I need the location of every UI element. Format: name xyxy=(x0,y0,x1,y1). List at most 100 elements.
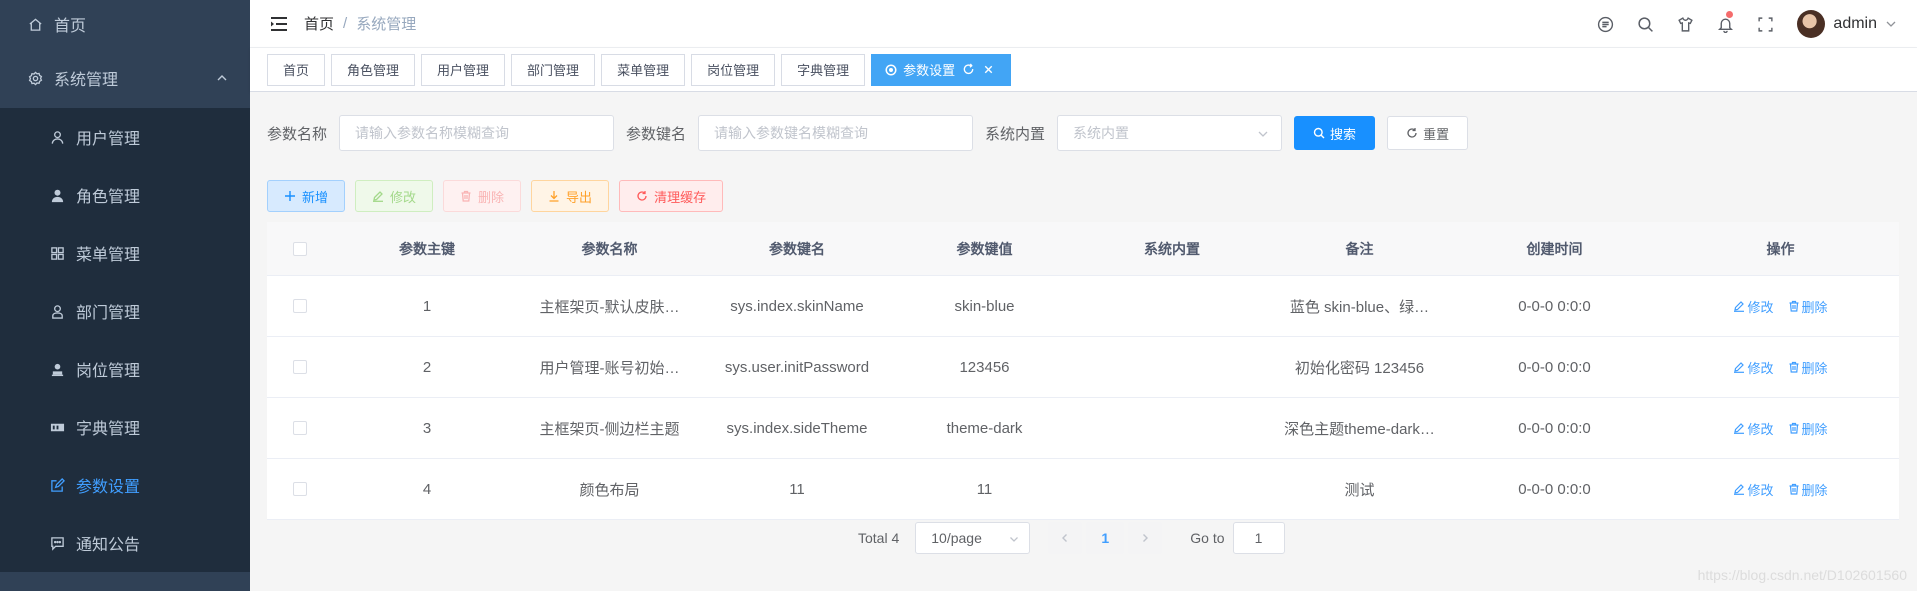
role-icon xyxy=(48,186,66,204)
refresh-icon[interactable] xyxy=(962,63,975,76)
row-checkbox[interactable] xyxy=(292,360,307,374)
chevron-left-icon xyxy=(1062,534,1068,542)
username[interactable]: admin xyxy=(1833,15,1877,33)
cell-config-value: 123456 xyxy=(959,358,1010,376)
next-page-button[interactable] xyxy=(1128,522,1163,554)
tag-role[interactable]: 角色管理 xyxy=(331,53,416,86)
tag-user[interactable]: 用户管理 xyxy=(421,53,506,86)
tag-label: 菜单管理 xyxy=(617,63,670,78)
row-delete-label: 删除 xyxy=(1801,421,1828,437)
tag-label: 首页 xyxy=(283,63,310,78)
row-delete-link[interactable]: 删除 xyxy=(1788,297,1828,316)
tag-dept[interactable]: 部门管理 xyxy=(511,53,596,86)
label-config-name: 参数名称 xyxy=(267,125,328,143)
clear-cache-button[interactable]: 清理缓存 xyxy=(619,180,724,212)
row-delete-link[interactable]: 删除 xyxy=(1788,358,1828,377)
doc-button[interactable] xyxy=(1585,0,1625,48)
chevron-down-icon xyxy=(1258,131,1268,137)
dict-icon xyxy=(48,418,66,436)
add-button-label: 新增 xyxy=(302,189,329,205)
sidebar-item-label: 参数设置 xyxy=(76,479,141,496)
cell-create-time: 0-0-0 0:0:0 xyxy=(1518,419,1591,437)
tag-config[interactable]: 参数设置 xyxy=(871,53,1012,86)
sidebar-item-dict[interactable]: 字典管理 xyxy=(0,398,250,456)
cell-remark: 深色主题theme-dark… xyxy=(1284,420,1435,438)
tag-dict[interactable]: 字典管理 xyxy=(781,53,866,86)
tag-post[interactable]: 岗位管理 xyxy=(691,53,776,86)
chevron-down-icon xyxy=(1010,537,1019,542)
row-select-cell xyxy=(267,299,332,313)
goto-page-input[interactable]: 1 xyxy=(1232,522,1285,554)
cell-remark: 初始化密码 123456 xyxy=(1294,359,1425,377)
config-name-input[interactable]: 请输入参数名称模糊查询 xyxy=(339,115,615,151)
sidebar-item-menu[interactable]: 菜单管理 xyxy=(0,224,250,282)
row-edit-link[interactable]: 修改 xyxy=(1733,419,1774,438)
breadcrumb-home[interactable]: 首页 xyxy=(304,13,334,34)
close-icon[interactable] xyxy=(982,63,995,76)
pagination: Total 4 10/page 1 Go to 1 xyxy=(858,522,1285,554)
theme-button[interactable] xyxy=(1665,0,1705,48)
chevron-up-icon xyxy=(217,75,227,81)
select-all-checkbox[interactable] xyxy=(292,241,307,256)
hamburger-icon[interactable] xyxy=(270,15,288,33)
header-remark: 备注 xyxy=(1345,240,1374,257)
sidebar-item-notice[interactable]: 通知公告 xyxy=(0,514,250,572)
edit-button[interactable]: 修改 xyxy=(355,180,434,212)
row-checkbox[interactable] xyxy=(292,299,307,313)
sidebar-item-user[interactable]: 用户管理 xyxy=(0,108,250,166)
cell-create-time: 0-0-0 0:0:0 xyxy=(1518,297,1591,315)
config-type-select[interactable]: 系统内置 xyxy=(1057,115,1283,151)
sidebar-item-config[interactable]: 参数设置 xyxy=(0,456,250,514)
home-icon xyxy=(26,15,44,33)
row-edit-link[interactable]: 修改 xyxy=(1733,297,1774,316)
sidebar-item-home[interactable]: 首页 xyxy=(0,0,250,48)
row-delete-link[interactable]: 删除 xyxy=(1788,480,1828,499)
delete-button[interactable]: 删除 xyxy=(443,180,522,212)
cell-actions: 修改 删除 xyxy=(1662,419,1899,438)
page-number-current[interactable]: 1 xyxy=(1086,522,1125,554)
tag-home[interactable]: 首页 xyxy=(267,53,326,86)
tag-label: 角色管理 xyxy=(347,63,400,78)
row-checkbox[interactable] xyxy=(292,482,307,496)
config-key-input[interactable]: 请输入参数键名模糊查询 xyxy=(698,115,974,151)
search-button[interactable] xyxy=(1625,0,1665,48)
add-button[interactable]: 新增 xyxy=(267,180,346,212)
edit-icon xyxy=(373,191,384,202)
export-button[interactable]: 导出 xyxy=(531,180,610,212)
select-all-cell xyxy=(267,241,332,256)
cell-remark: 测试 xyxy=(1344,481,1375,499)
cell-actions: 修改 删除 xyxy=(1662,297,1899,316)
header-config-value: 参数键值 xyxy=(956,240,1013,257)
cell-config-key: sys.user.initPassword xyxy=(724,358,870,376)
toolbar: 新增 修改 删除 导出 清理缓存 xyxy=(267,180,733,212)
fullscreen-button[interactable] xyxy=(1745,0,1785,48)
app-main: 参数名称 请输入参数名称模糊查询 参数键名 请输入参数键名模糊查询 系统内置 系… xyxy=(250,92,1917,591)
search-button[interactable]: 搜索 xyxy=(1294,116,1376,150)
tshirt-icon xyxy=(1678,16,1693,32)
notification-button[interactable] xyxy=(1705,0,1745,48)
sidebar-group-system[interactable]: 系统管理 xyxy=(0,48,250,108)
select-placeholder: 系统内置 xyxy=(1073,125,1130,141)
settings-icon xyxy=(26,69,44,87)
cell-actions: 修改 删除 xyxy=(1662,358,1899,377)
header-config-id: 参数主键 xyxy=(399,240,455,257)
chevron-down-icon[interactable] xyxy=(1885,18,1897,30)
prev-page-button[interactable] xyxy=(1048,522,1083,554)
sidebar: 首页 系统管理 用户管理 角色管理 菜单管理 部门管理 岗位管理 字典管理 参数… xyxy=(0,0,250,591)
sidebar-item-post[interactable]: 岗位管理 xyxy=(0,340,250,398)
sidebar-item-role[interactable]: 角色管理 xyxy=(0,166,250,224)
header-actions: 操作 xyxy=(1766,240,1795,257)
row-edit-link[interactable]: 修改 xyxy=(1733,358,1774,377)
row-checkbox[interactable] xyxy=(292,421,307,435)
edit-icon xyxy=(1734,301,1745,312)
avatar[interactable] xyxy=(1797,10,1826,38)
search-icon xyxy=(1313,127,1325,139)
row-edit-link[interactable]: 修改 xyxy=(1733,480,1774,499)
tag-menu[interactable]: 菜单管理 xyxy=(601,53,686,86)
sidebar-item-dept[interactable]: 部门管理 xyxy=(0,282,250,340)
reset-button[interactable]: 重置 xyxy=(1387,116,1469,150)
row-delete-link[interactable]: 删除 xyxy=(1788,419,1828,438)
tag-label: 部门管理 xyxy=(527,63,580,78)
trash-icon xyxy=(1789,422,1798,434)
page-size-select[interactable]: 10/page xyxy=(915,522,1031,554)
